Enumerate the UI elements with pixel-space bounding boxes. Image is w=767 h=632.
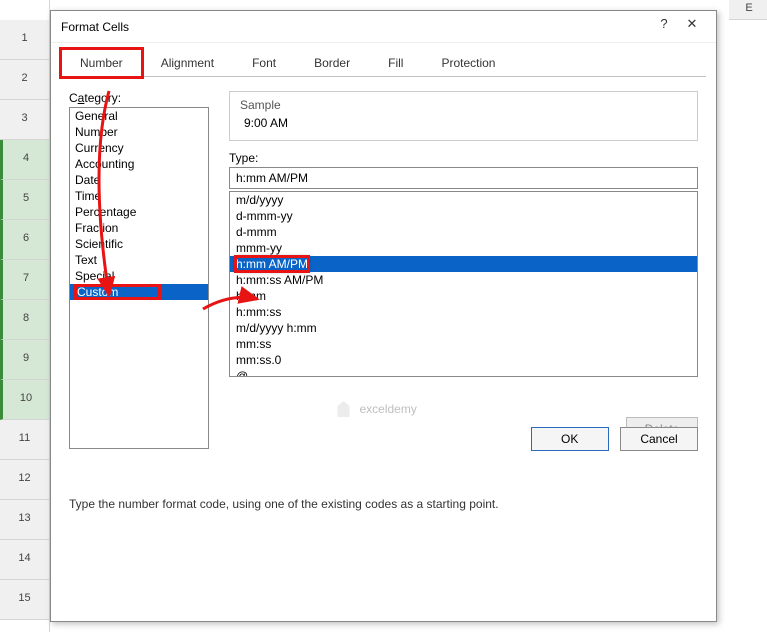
category-item-scientific[interactable]: Scientific (70, 236, 208, 252)
tab-border[interactable]: Border (295, 49, 369, 77)
tab-font[interactable]: Font (233, 49, 295, 77)
tab-protection[interactable]: Protection (422, 49, 514, 77)
category-item-general[interactable]: General (70, 108, 208, 124)
type-input[interactable] (229, 167, 698, 189)
category-item-fraction[interactable]: Fraction (70, 220, 208, 236)
row-header-14[interactable]: 14 (0, 540, 49, 580)
type-item[interactable]: @ (230, 368, 697, 377)
row-header-7[interactable]: 7 (0, 260, 49, 300)
dialog-title: Format Cells (61, 20, 650, 34)
type-item[interactable]: h:mm:ss AM/PM (230, 272, 697, 288)
type-listbox[interactable]: m/d/yyyyd-mmm-yyd-mmmmmm-yyh:mm AM/PMh:m… (229, 191, 698, 377)
sample-value: 9:00 AM (240, 116, 687, 130)
tab-number[interactable]: Number (61, 49, 142, 77)
row-header-13[interactable]: 13 (0, 500, 49, 540)
category-item-time[interactable]: Time (70, 188, 208, 204)
type-item[interactable]: h:mm (230, 288, 697, 304)
type-item[interactable]: m/d/yyyy h:mm (230, 320, 697, 336)
help-button[interactable]: ? (650, 16, 678, 38)
watermark-icon (333, 399, 353, 419)
type-item[interactable]: d-mmm-yy (230, 208, 697, 224)
row-header-5[interactable]: 5 (0, 180, 49, 220)
category-item-accounting[interactable]: Accounting (70, 156, 208, 172)
category-item-date[interactable]: Date (70, 172, 208, 188)
titlebar: Format Cells ? ✕ (51, 11, 716, 43)
category-listbox[interactable]: GeneralNumberCurrencyAccountingDateTimeP… (69, 107, 209, 449)
tabs-bar: NumberAlignmentFontBorderFillProtection (51, 43, 716, 77)
category-item-percentage[interactable]: Percentage (70, 204, 208, 220)
sample-label: Sample (240, 98, 687, 112)
dialog-footer: OK Cancel (523, 427, 698, 451)
row-header-1[interactable]: 1 (0, 20, 49, 60)
row-header-11[interactable]: 11 (0, 420, 49, 460)
type-item[interactable]: mm:ss.0 (230, 352, 697, 368)
hint-text: Type the number format code, using one o… (69, 497, 499, 511)
excel-row-headers: E 123456789101112131415 (0, 0, 50, 632)
type-item[interactable]: m/d/yyyy (230, 192, 697, 208)
type-item[interactable]: h:mm:ss (230, 304, 697, 320)
type-item[interactable]: mm:ss (230, 336, 697, 352)
type-label: Type: (229, 151, 698, 165)
row-header-3[interactable]: 3 (0, 100, 49, 140)
row-header-9[interactable]: 9 (0, 340, 49, 380)
row-header-15[interactable]: 15 (0, 580, 49, 620)
format-cells-dialog: Format Cells ? ✕ NumberAlignmentFontBord… (50, 10, 717, 622)
dialog-body: Category: GeneralNumberCurrencyAccountin… (51, 77, 716, 463)
type-item[interactable]: h:mm AM/PM (230, 256, 697, 272)
tab-alignment[interactable]: Alignment (142, 49, 233, 77)
category-item-custom[interactable]: Custom (70, 284, 208, 300)
type-item[interactable]: d-mmm (230, 224, 697, 240)
category-item-special[interactable]: Special (70, 268, 208, 284)
row-header-12[interactable]: 12 (0, 460, 49, 500)
watermark: exceldemy (333, 399, 416, 419)
close-button[interactable]: ✕ (678, 16, 706, 38)
category-item-text[interactable]: Text (70, 252, 208, 268)
category-item-number[interactable]: Number (70, 124, 208, 140)
row-header-4[interactable]: 4 (0, 140, 49, 180)
column-header-e[interactable]: E (729, 0, 767, 20)
row-header-2[interactable]: 2 (0, 60, 49, 100)
row-header-6[interactable]: 6 (0, 220, 49, 260)
category-item-currency[interactable]: Currency (70, 140, 208, 156)
row-header-8[interactable]: 8 (0, 300, 49, 340)
row-header-10[interactable]: 10 (0, 380, 49, 420)
cancel-button[interactable]: Cancel (620, 427, 698, 451)
tab-fill[interactable]: Fill (369, 49, 422, 77)
sample-box: Sample 9:00 AM (229, 91, 698, 141)
ok-button[interactable]: OK (531, 427, 609, 451)
type-item[interactable]: mmm-yy (230, 240, 697, 256)
